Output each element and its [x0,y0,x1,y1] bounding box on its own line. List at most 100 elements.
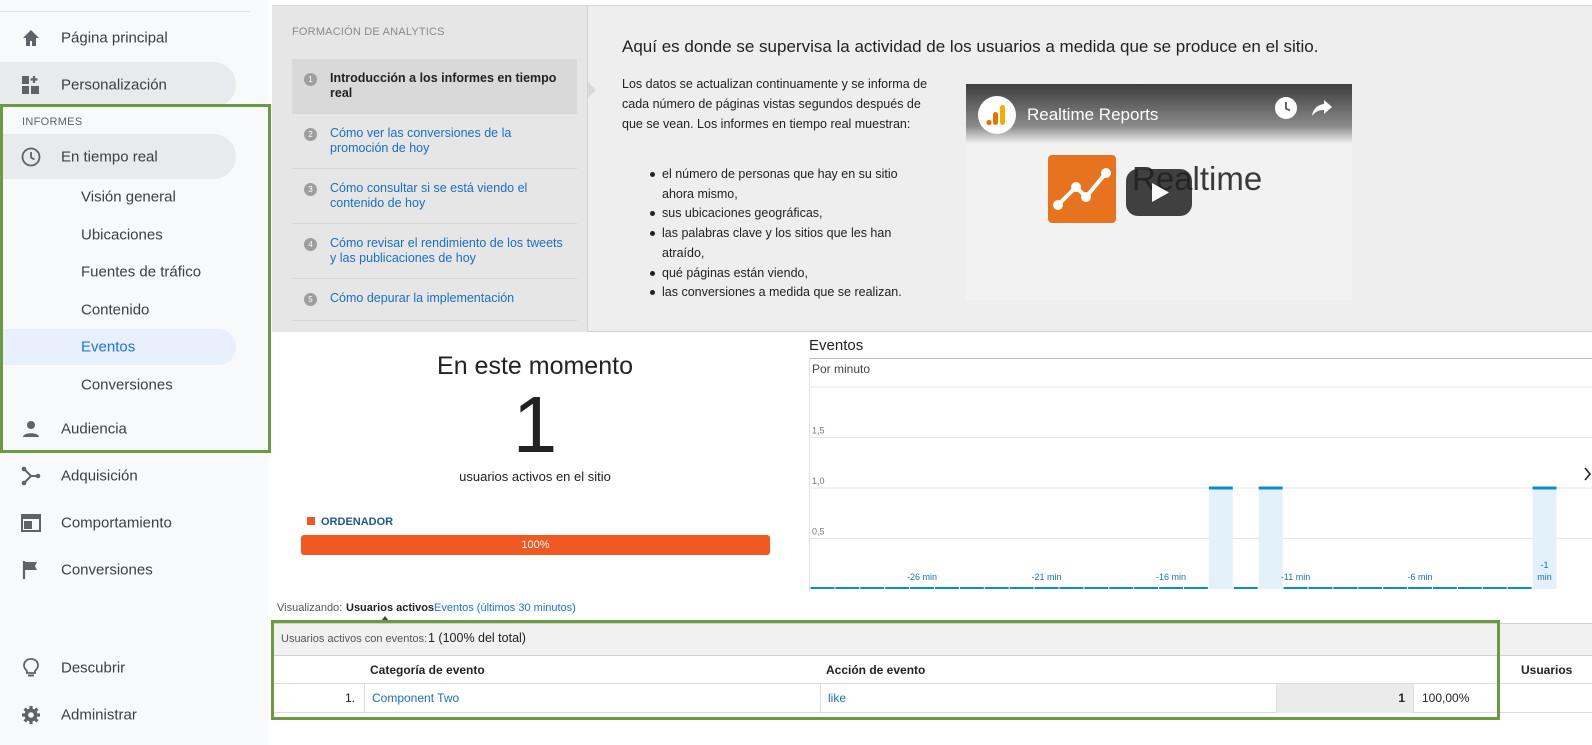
chart-bar [1258,488,1283,589]
nav-customization-label: Personalización [61,76,167,93]
training-steps-panel: FORMACIÓN DE ANALYTICS 1 Introducción a … [272,6,588,332]
step-number: 4 [304,238,317,251]
training-panel: FORMACIÓN DE ANALYTICS 1 Introducción a … [272,5,1592,332]
nav-discover-label: Descubrir [61,659,126,676]
nav-admin-label: Administrar [61,706,137,723]
bullet-item: el número de personas que hay en su siti… [650,165,920,204]
sidebar-item-traffic-sources[interactable]: Fuentes de tráfico [0,254,236,290]
sidebar-item-label: Fuentes de tráfico [81,263,202,281]
share-icon[interactable] [1311,97,1333,119]
table-row: 1. Component Two like 1 100,00% [273,684,1592,713]
active-users-label: usuarios activos en el sitio [459,469,611,484]
x-tick-label: -11 min [1281,572,1310,582]
active-tab-caret [381,616,389,621]
flag-icon [20,559,42,581]
sidebar-item-content[interactable]: Contenido [0,292,236,328]
nav-conversions[interactable]: Conversiones [0,547,236,592]
column-header-category[interactable]: Categoría de evento [370,663,485,677]
home-icon [20,27,42,49]
step-text: Introducción a los informes en tiempo re… [330,71,557,100]
training-body: Los datos se actualizan continuamente y … [622,77,928,131]
row-action-link[interactable]: like [820,684,1276,713]
lightbulb-icon [20,657,42,679]
step-text: Cómo ver las conversiones de la promoció… [330,126,512,155]
table-header: Categoría de evento Acción de evento Usu… [273,656,1592,684]
video-title: Realtime Reports [1027,105,1159,124]
nav-acquisition-label: Adquisición [61,467,138,484]
bullet-item: qué páginas están viendo, [650,264,920,284]
acquisition-icon [20,465,42,487]
training-step-1[interactable]: 1 Introducción a los informes en tiempo … [292,59,577,114]
x-tick-label: -26 min [907,572,937,582]
summary-label: Usuarios activos con eventos: [281,633,428,645]
training-step-3[interactable]: 3 Cómo consultar si se está viendo el co… [292,169,577,224]
chart-bar-zero [959,587,984,589]
analytics-logo-icon [978,96,1016,134]
bullet-item: las palabras clave y los sitios que les … [650,224,920,263]
step-number: 1 [304,73,317,86]
viewing-active-users[interactable]: Usuarios activos [346,602,434,614]
nav-behavior[interactable]: Comportamiento [0,500,236,545]
step-number: 2 [304,128,317,141]
training-step-5[interactable]: 5 Cómo depurar la implementación [292,279,577,321]
nav-realtime[interactable]: En tiempo real [0,134,236,179]
sidebar-item-label: Visión general [81,188,176,206]
play-icon[interactable] [1126,169,1192,216]
nav-conversions-label: Conversiones [61,561,153,578]
training-title: Aquí es donde se supervisa la actividad … [622,37,1319,56]
video-player[interactable]: Realtime Reports Realtime [966,84,1352,300]
right-now-title: En este momento [437,352,633,380]
x-tick-label: -16 min [1156,572,1186,582]
row-index: 1. [344,691,355,705]
sidebar-item-locations[interactable]: Ubicaciones [0,217,236,253]
device-label[interactable]: ORDENADOR [321,516,393,528]
viewing-label: Visualizando: [277,602,343,614]
active-users-count: 1 [512,380,558,469]
column-header-users[interactable]: Usuarios [1521,663,1572,677]
nav-home[interactable]: Página principal [0,15,236,60]
row-category-link[interactable]: Component Two [364,684,820,713]
summary-value: 1 (100% del total) [428,631,526,645]
sidebar-item-label: Contenido [81,301,150,319]
nav-realtime-label: En tiempo real [61,148,158,165]
sidebar-item-label: Conversiones [81,376,173,394]
chart-bar-zero [1358,587,1383,589]
viewing-events-link[interactable]: Eventos (últimos 30 minutos) [434,602,576,614]
chart-bar-top [1258,486,1283,490]
nav-admin[interactable]: Administrar [0,692,236,737]
bullet-item: las conversiones a medida que se realiza… [650,283,920,303]
chart-bar-zero [1233,587,1258,589]
x-tick-label: -6 min [1408,572,1433,582]
nav-behavior-label: Comportamiento [61,514,172,531]
sidebar-item-conversions[interactable]: Conversiones [0,367,236,403]
x-tick-label: -21 min [1032,572,1062,582]
nav-discover[interactable]: Descubrir [0,645,236,690]
column-header-action[interactable]: Acción de evento [826,663,925,677]
sidebar-item-overview[interactable]: Visión general [0,179,236,215]
nav-acquisition[interactable]: Adquisición [0,453,236,498]
chart-bar-zero [1159,587,1183,589]
device-share-bar: 100% [301,535,770,555]
step-number: 3 [304,183,317,196]
sidebar-item-events[interactable]: Eventos [0,329,236,365]
chart-bar-zero [1283,587,1308,589]
y-tick-label: 1,5 [812,426,825,436]
chart-bar-zero [1457,587,1482,589]
x-tick-label: -1 [1541,560,1549,570]
sidebar-item-label: Eventos [81,338,136,356]
training-step-4[interactable]: 4 Cómo revisar el rendimiento de los twe… [292,224,577,279]
sidebar-divider [0,11,250,12]
realtime-chart-icon [1048,155,1116,223]
training-step-2[interactable]: 2 Cómo ver las conversiones de la promoc… [292,114,577,169]
chart-bar-zero [1109,587,1134,589]
sidebar: Página principal Personalización INFORME… [0,0,268,745]
y-tick-label: 0,5 [812,527,825,537]
chart-bar-zero [1333,587,1358,589]
watch-later-icon[interactable] [1275,97,1297,119]
nav-audience[interactable]: Audiencia [0,406,236,451]
chart-next-arrow-icon [1584,467,1592,481]
gear-icon [20,704,42,726]
nav-customization[interactable]: Personalización [0,62,236,107]
step-text: Cómo revisar el rendimiento de los tweet… [330,236,563,265]
active-step-pointer [588,82,596,98]
